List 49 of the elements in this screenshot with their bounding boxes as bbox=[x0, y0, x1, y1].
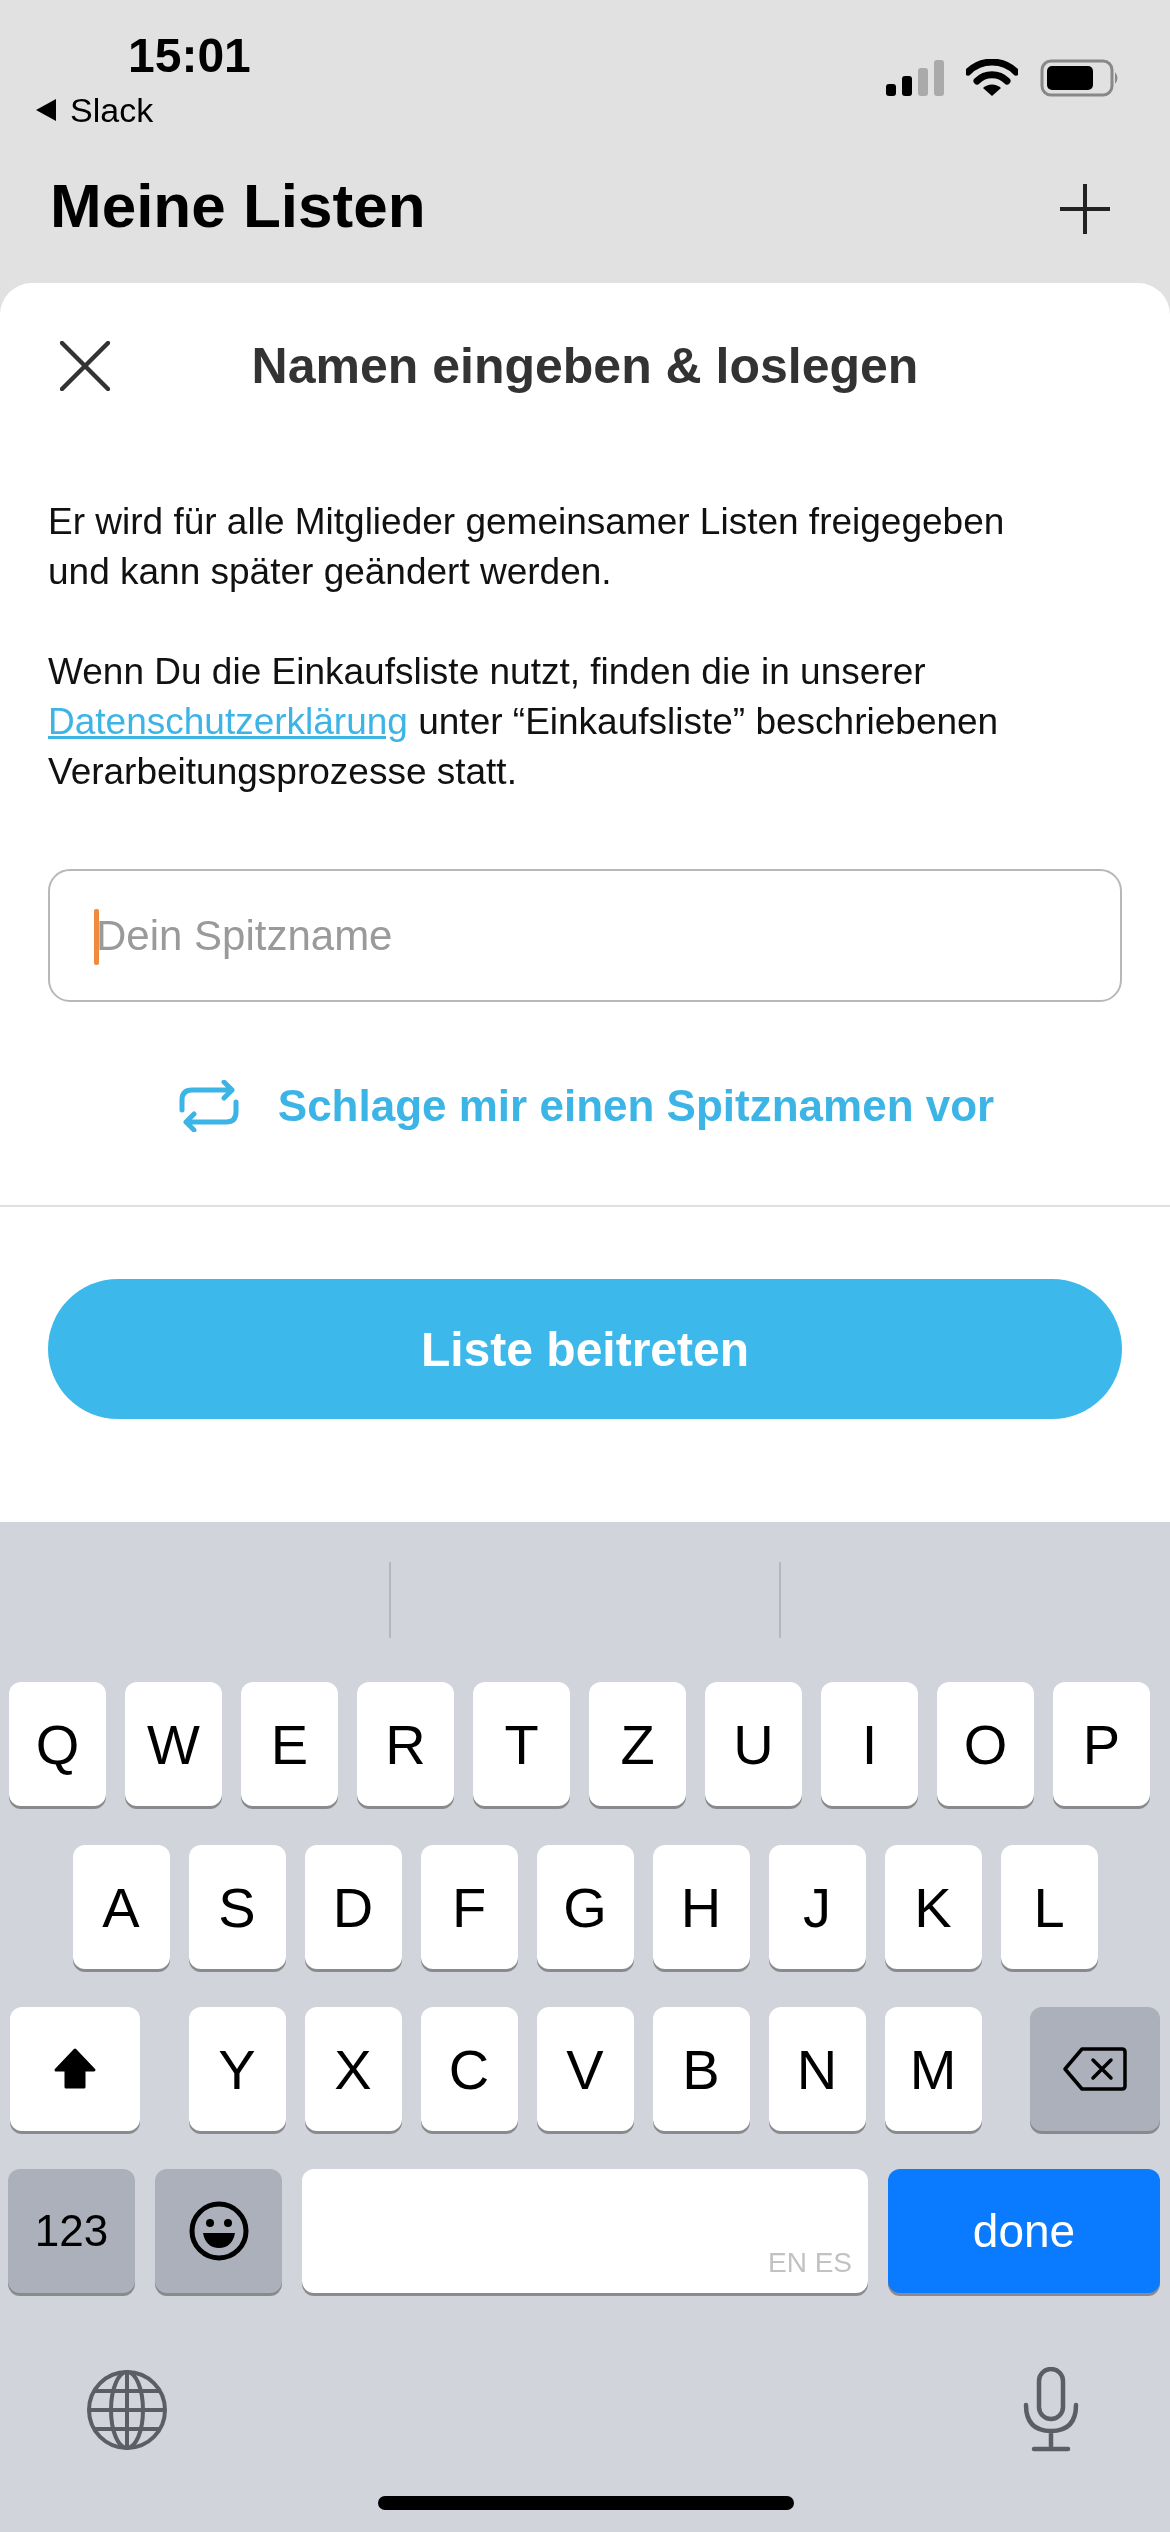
letter-key[interactable]: S bbox=[188, 1845, 286, 1969]
letter-key[interactable]: B bbox=[652, 2007, 750, 2131]
letter-key[interactable]: O bbox=[937, 1682, 1034, 1806]
letter-key[interactable]: V bbox=[536, 2007, 634, 2131]
wifi-icon bbox=[966, 59, 1018, 97]
letter-key[interactable]: C bbox=[420, 2007, 518, 2131]
shift-key[interactable] bbox=[10, 2007, 140, 2131]
back-triangle-icon[interactable] bbox=[36, 99, 56, 121]
letter-key[interactable]: P bbox=[1053, 1682, 1150, 1806]
numbers-key[interactable]: 123 bbox=[8, 2169, 135, 2293]
letter-key[interactable]: Q bbox=[9, 1682, 106, 1806]
close-icon[interactable] bbox=[60, 341, 110, 391]
letter-key[interactable]: N bbox=[768, 2007, 866, 2131]
microphone-icon[interactable] bbox=[1022, 2367, 1080, 2453]
letter-key[interactable]: L bbox=[1000, 1845, 1098, 1969]
letter-key[interactable]: D bbox=[304, 1845, 402, 1969]
letter-key[interactable]: Y bbox=[188, 2007, 286, 2131]
letter-key[interactable]: K bbox=[884, 1845, 982, 1969]
backspace-key[interactable] bbox=[1030, 2007, 1160, 2131]
emoji-key[interactable] bbox=[155, 2169, 282, 2293]
privacy-paragraph: Wenn Du die Einkaufsliste nutzt, finden die in unserer Datenschutzerklärung unter “Einkaufsliste” beschriebenen Verarbeitungsprozesse statt. bbox=[48, 650, 1000, 794]
letter-key[interactable]: A bbox=[72, 1845, 170, 1969]
letter-key[interactable]: I bbox=[821, 1682, 918, 1806]
status-time: 15:01 bbox=[128, 28, 251, 84]
letter-key[interactable]: G bbox=[536, 1845, 634, 1969]
letter-key[interactable]: U bbox=[705, 1682, 802, 1806]
signal-icon bbox=[886, 60, 944, 96]
back-app-link[interactable]: Slack bbox=[70, 90, 154, 130]
info-paragraph: Er wird für alle Mitglieder gemeinsamer Listen freigegeben und kann später geändert werden. bbox=[48, 500, 1006, 594]
letter-key[interactable]: J bbox=[768, 1845, 866, 1969]
letter-key[interactable]: H bbox=[652, 1845, 750, 1969]
page-title: Meine Listen bbox=[50, 170, 426, 242]
letter-key[interactable]: R bbox=[357, 1682, 454, 1806]
nickname-field[interactable]: Dein Spitzname bbox=[48, 869, 1122, 1002]
letter-key[interactable]: M bbox=[884, 2007, 982, 2131]
letter-key[interactable]: F bbox=[420, 1845, 518, 1969]
backspace-icon bbox=[1062, 2046, 1128, 2092]
done-key[interactable]: done bbox=[888, 2169, 1160, 2293]
battery-icon bbox=[1040, 59, 1120, 97]
letter-key[interactable]: X bbox=[304, 2007, 402, 2131]
letter-key[interactable]: E bbox=[241, 1682, 338, 1806]
add-icon[interactable] bbox=[1058, 182, 1112, 236]
shift-icon bbox=[53, 2047, 97, 2091]
sheet-title: Namen eingeben & loslegen bbox=[250, 337, 920, 395]
letter-key[interactable]: T bbox=[473, 1682, 570, 1806]
globe-icon[interactable] bbox=[86, 2369, 168, 2451]
letter-key[interactable]: W bbox=[125, 1682, 222, 1806]
emoji-icon bbox=[187, 2200, 250, 2262]
letter-key[interactable]: Z bbox=[589, 1682, 686, 1806]
